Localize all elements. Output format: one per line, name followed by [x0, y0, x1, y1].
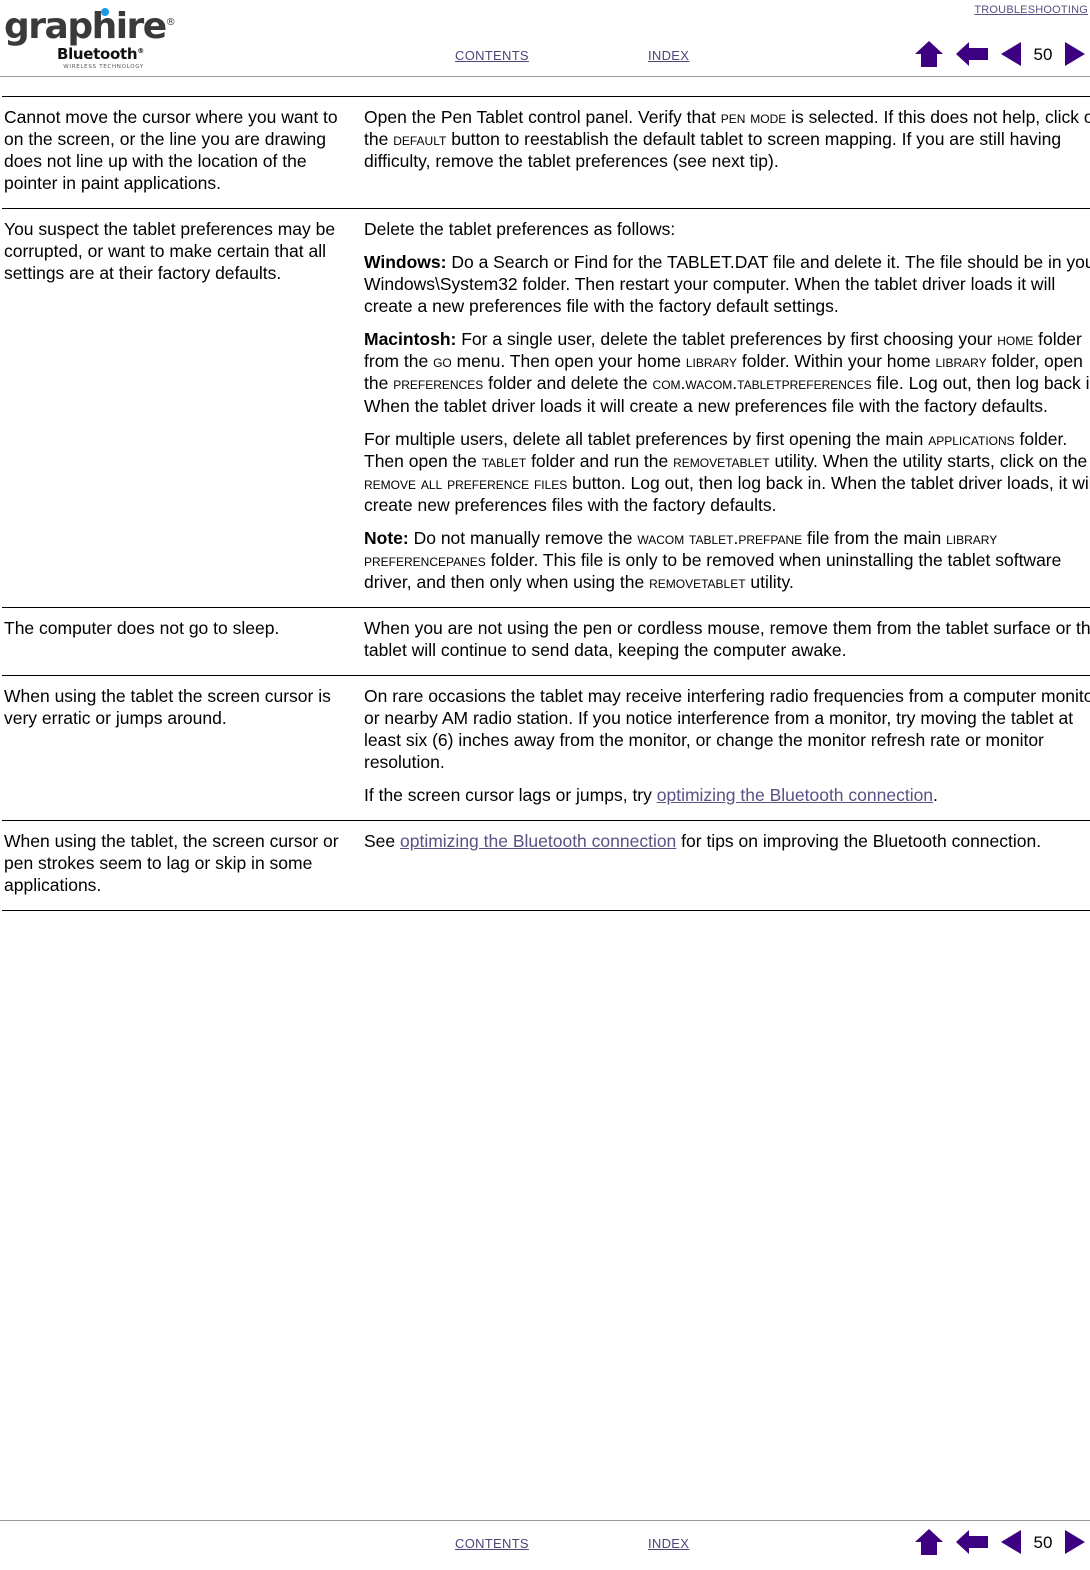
small-caps-term: library [935, 351, 987, 372]
answer-paragraph: On rare occasions the tablet may receive… [364, 685, 1090, 773]
text-run: On rare occasions the tablet may receive… [364, 685, 1090, 773]
footer-divider [0, 1520, 1090, 1521]
problem-text: You suspect the tablet preferences may b… [4, 219, 336, 284]
text-run: button to reestablish the default tablet… [364, 129, 1062, 172]
problem-text: When using the tablet the screen cursor … [4, 685, 331, 729]
answer-paragraph-note: Note: Do not manually remove the wacom t… [364, 527, 1090, 593]
back-arrow-icon[interactable] [955, 40, 989, 68]
text-run: utility. When the utility starts, click … [769, 450, 1088, 471]
small-caps-term: com.wacom.tabletpreferences [652, 373, 872, 394]
answer-paragraph: See optimizing the Bluetooth connection … [364, 830, 1090, 852]
small-caps-term: library [685, 351, 738, 372]
table-row: You suspect the tablet preferences may b… [2, 208, 1090, 608]
problem-text: Cannot move the cursor where you want to… [4, 107, 338, 194]
text-run: for tips on improving the Bluetooth conn… [676, 831, 1042, 852]
text-run: folder and delete the [483, 373, 653, 394]
header-nav-row: contents index 50 [0, 40, 1090, 74]
home-icon[interactable] [914, 1528, 944, 1556]
text-run: Do not manually remove the [408, 527, 638, 548]
text-run: For multiple users, delete all tablet pr… [364, 428, 929, 449]
troubleshooting-table: Cannot move the cursor where you want to… [2, 95, 1090, 912]
header-nav-icons: 50 [914, 40, 1086, 68]
header-page-number: 50 [1033, 44, 1053, 64]
answer-paragraph: When you are not using the pen or cordle… [364, 617, 1090, 661]
text-run: file from the main [802, 527, 947, 548]
home-icon[interactable] [914, 40, 944, 68]
header-divider [0, 76, 1090, 77]
text-run: . [933, 785, 938, 806]
problem-text: The computer does not go to sleep. [4, 617, 280, 638]
small-caps-term: home [997, 329, 1034, 350]
small-caps-term: go [433, 351, 452, 372]
text-run: For a single user, delete the tablet pre… [456, 329, 998, 350]
text-run: utility. [745, 571, 794, 592]
answer-cell: On rare occasions the tablet may receive… [362, 674, 1090, 821]
small-caps-term: applications [928, 428, 1015, 449]
small-caps-term: pen mode [720, 107, 787, 127]
answer-paragraph: Open the Pen Tablet control panel. Verif… [364, 106, 1090, 172]
previous-page-icon[interactable] [1000, 1528, 1022, 1556]
text-run: Delete the tablet preferences as follows… [364, 219, 676, 240]
small-caps-term: removetablet [673, 450, 770, 471]
text-run: Open the Pen Tablet control panel. Verif… [364, 107, 721, 127]
problem-cell: When using the tablet, the screen cursor… [2, 820, 362, 912]
previous-page-icon[interactable] [1000, 40, 1022, 68]
small-caps-term: tablet [481, 450, 527, 471]
table-row: When using the tablet the screen cursor … [2, 674, 1090, 821]
bold-label: Macintosh: [364, 329, 457, 350]
answer-cell: Delete the tablet preferences as follows… [362, 208, 1090, 608]
text-run: menu. Then open your home [451, 351, 686, 372]
footer-link-contents[interactable]: contents [455, 1532, 529, 1553]
section-title-troubleshooting[interactable]: troubleshooting [974, 0, 1088, 18]
answer-paragraph-windows: Windows: Do a Search or Find for the TAB… [364, 251, 1090, 317]
answer-paragraph-link: If the screen cursor lags or jumps, try … [364, 784, 1090, 806]
bold-label: Note: [364, 527, 409, 548]
problem-cell: Cannot move the cursor where you want to… [2, 95, 362, 209]
back-arrow-icon[interactable] [955, 1528, 989, 1556]
small-caps-term: removetablet [649, 571, 746, 592]
troubleshooting-table-body: Cannot move the cursor where you want to… [2, 95, 1090, 912]
main-content: Cannot move the cursor where you want to… [0, 95, 1090, 912]
answer-paragraph: Delete the tablet preferences as follows… [364, 218, 1090, 240]
text-run: If the screen cursor lags or jumps, try [364, 785, 657, 806]
answer-paragraph-macintosh: Macintosh: For a single user, delete the… [364, 328, 1090, 416]
problem-cell: When using the tablet the screen cursor … [2, 674, 362, 821]
footer-link-index[interactable]: index [648, 1532, 689, 1553]
answer-cell: Open the Pen Tablet control panel. Verif… [362, 95, 1090, 209]
footer-page-number: 50 [1033, 1532, 1053, 1552]
small-caps-term: remove all preference files [364, 472, 568, 493]
table-row: The computer does not go to sleep. When … [2, 606, 1090, 676]
next-page-icon[interactable] [1064, 40, 1086, 68]
bluetooth-optimization-link[interactable]: optimizing the Bluetooth connection [657, 785, 933, 805]
text-run: folder. Within your home [737, 351, 936, 372]
logo-blue-dot-icon [101, 8, 109, 16]
answer-paragraph-multiuser: For multiple users, delete all tablet pr… [364, 428, 1090, 516]
small-caps-term: preferences [393, 373, 484, 394]
next-page-icon[interactable] [1064, 1528, 1086, 1556]
header-link-contents[interactable]: contents [455, 44, 529, 65]
page-header: graphire® Bluetooth® WIRELESS TECHNOLOGY… [0, 0, 1090, 78]
logo-registered-mark: ® [165, 17, 176, 28]
footer-nav-icons: 50 [914, 1528, 1086, 1556]
bluetooth-optimization-link[interactable]: optimizing the Bluetooth connection [400, 831, 676, 851]
page-footer: contents index 50 [0, 1498, 1090, 1570]
table-row: When using the tablet, the screen cursor… [2, 820, 1090, 912]
small-caps-term: default [393, 129, 447, 150]
header-link-index[interactable]: index [648, 44, 689, 65]
text-run: When you are not using the pen or cordle… [364, 617, 1090, 660]
problem-cell: The computer does not go to sleep. [2, 606, 362, 676]
logo-wordmark-graphire: graphire® [4, 6, 176, 47]
problem-cell: You suspect the tablet preferences may b… [2, 208, 362, 608]
text-run: Do a Search or Find for the TABLET.DAT f… [364, 252, 1090, 317]
bold-label: Windows: [364, 252, 447, 273]
problem-text: When using the tablet, the screen cursor… [4, 831, 339, 896]
footer-nav-row: contents index 50 [0, 1528, 1090, 1562]
text-run: folder and run the [526, 450, 674, 471]
table-row: Cannot move the cursor where you want to… [2, 95, 1090, 209]
answer-cell: When you are not using the pen or cordle… [362, 606, 1090, 676]
small-caps-term: wacom tablet.prefpane [637, 527, 803, 548]
answer-cell: See optimizing the Bluetooth connection … [362, 820, 1090, 912]
text-run: See [364, 831, 400, 852]
